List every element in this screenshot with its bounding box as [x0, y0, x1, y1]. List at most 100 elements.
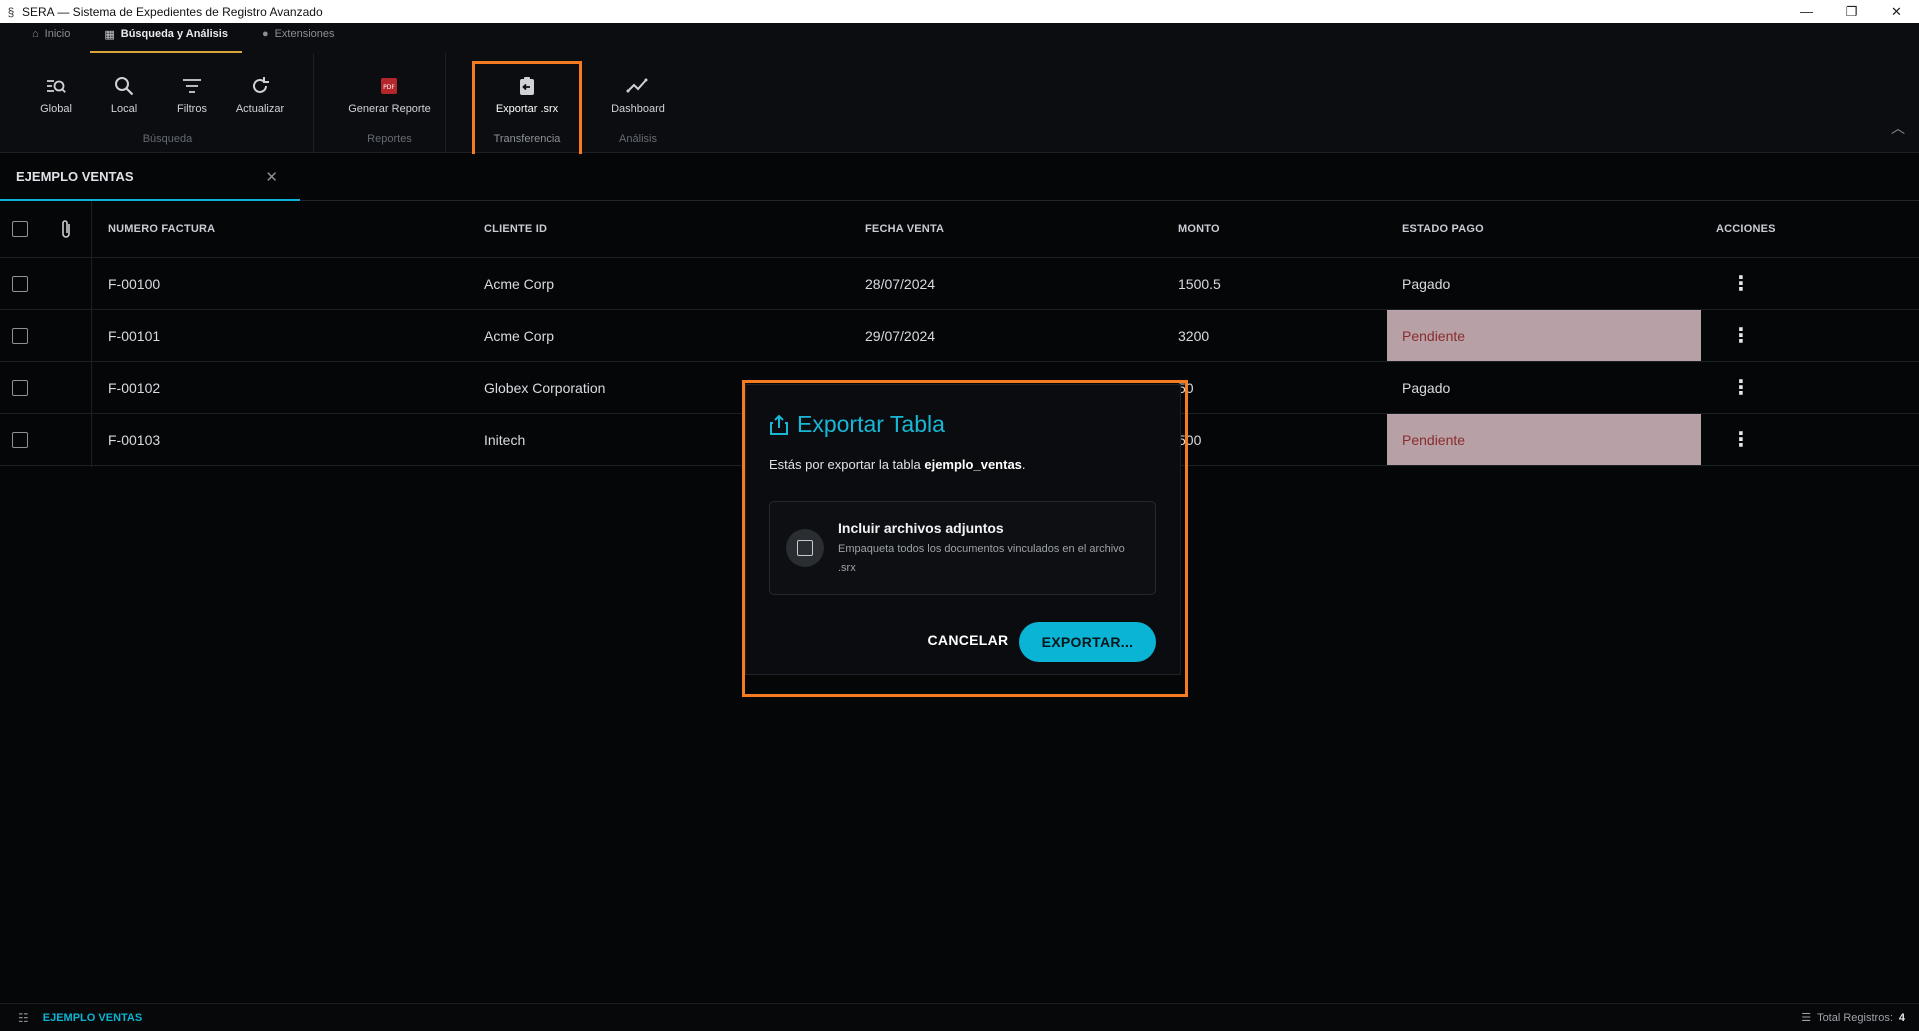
- checkbox-icon: [12, 327, 28, 344]
- group-analisis: Dashboard Análisis: [598, 53, 678, 153]
- group-busqueda: Global Local Filtros Actualizar Búsqueda: [22, 53, 314, 153]
- share-export-icon: [769, 414, 789, 436]
- header-estado-pago[interactable]: ESTADO PAGO: [1402, 201, 1484, 257]
- header-cliente-id[interactable]: CLIENTE ID: [484, 201, 547, 257]
- cell-cliente: Acme Corp: [484, 327, 555, 344]
- row-actions-menu-icon[interactable]: ⋮: [1731, 258, 1751, 309]
- cell-numero: F-00101: [108, 327, 161, 344]
- close-window-button[interactable]: ✕: [1874, 0, 1919, 23]
- minimize-button[interactable]: —: [1784, 0, 1829, 23]
- tab-extensiones[interactable]: ● Extensiones: [248, 23, 349, 53]
- exportar-label: Exportar .srx: [495, 103, 559, 115]
- header-monto[interactable]: MONTO: [1178, 201, 1220, 257]
- local-label: Local: [110, 103, 138, 115]
- checkbox-icon: [12, 221, 28, 237]
- group-label-busqueda: Búsqueda: [142, 133, 193, 145]
- attachment-icon: [59, 201, 73, 257]
- total-value: 4: [1898, 1011, 1905, 1024]
- tab-inicio[interactable]: ⌂ Inicio: [18, 23, 84, 53]
- export-dialog: Exportar Tabla Estás por exportar la tab…: [745, 384, 1181, 675]
- cell-estado-pendiente: Pendiente: [1387, 310, 1701, 361]
- filters-button[interactable]: Filtros: [158, 75, 226, 115]
- tab-label: Inicio: [44, 28, 71, 40]
- cell-fecha: 28/07/2024: [865, 275, 936, 292]
- svg-text:PDF: PDF: [384, 84, 396, 91]
- cell-monto: 3200: [1178, 327, 1210, 344]
- trend-chart-icon: [626, 75, 650, 99]
- table-row[interactable]: F-00101 Acme Corp 29/07/2024 3200 Pendie…: [0, 310, 1919, 362]
- select-all-checkbox[interactable]: [12, 201, 28, 257]
- dialog-title: Exportar Tabla: [769, 411, 945, 438]
- status-table[interactable]: ☷ EJEMPLO VENTAS: [18, 1011, 142, 1025]
- collapse-ribbon-icon[interactable]: ︿: [1891, 118, 1905, 138]
- title-bar: § SERA — Sistema de Expedientes de Regis…: [0, 0, 1919, 23]
- dialog-title-text: Exportar Tabla: [797, 411, 945, 437]
- cell-cliente: Globex Corporation: [484, 379, 606, 396]
- include-attachments-checkbox[interactable]: [786, 529, 824, 567]
- doc-tab-label: EJEMPLO VENTAS: [16, 169, 134, 184]
- refresh-button[interactable]: Actualizar: [226, 75, 294, 115]
- dashboard-label: Dashboard: [611, 103, 665, 115]
- group-reportes: PDF Generar Reporte Reportes: [334, 53, 446, 153]
- tab-busqueda-analisis[interactable]: ▦ Búsqueda y Análisis: [90, 23, 242, 53]
- table-row[interactable]: F-00100 Acme Corp 28/07/2024 1500.5 Paga…: [0, 258, 1919, 310]
- status-total: ☰ Total Registros: 4: [1801, 1011, 1905, 1025]
- window-controls: — ❐ ✕: [1784, 0, 1919, 23]
- global-label: Global: [40, 103, 72, 115]
- pdf-report-icon: PDF: [378, 75, 400, 99]
- row-checkbox[interactable]: [12, 362, 28, 413]
- generate-report-button[interactable]: PDF Generar Reporte: [344, 75, 435, 115]
- doc-tab-ejemplo-ventas[interactable]: EJEMPLO VENTAS ✕: [0, 154, 300, 201]
- cell-numero: F-00102: [108, 379, 161, 396]
- cell-cliente: Acme Corp: [484, 275, 555, 292]
- header-fecha-venta[interactable]: FECHA VENTA: [865, 201, 944, 257]
- close-tab-icon[interactable]: ✕: [265, 168, 278, 186]
- export-srx-button[interactable]: Exportar .srx: [492, 75, 562, 115]
- row-checkbox[interactable]: [12, 414, 28, 465]
- cell-numero: F-00103: [108, 431, 161, 448]
- filtros-label: Filtros: [177, 103, 207, 115]
- cell-fecha: 29/07/2024: [865, 327, 936, 344]
- row-actions-menu-icon[interactable]: ⋮: [1731, 414, 1751, 465]
- group-label-reportes: Reportes: [367, 133, 412, 145]
- restore-button[interactable]: ❐: [1829, 0, 1874, 23]
- ribbon: Global Local Filtros Actualizar Búsqueda…: [0, 53, 1919, 153]
- tab-label: Búsqueda y Análisis: [120, 28, 228, 40]
- row-checkbox[interactable]: [12, 258, 28, 309]
- include-attachments-option[interactable]: Incluir archivos adjuntos Empaqueta todo…: [769, 501, 1156, 595]
- global-search-button[interactable]: Global: [22, 75, 90, 115]
- filter-icon: [181, 75, 203, 99]
- message-prefix: Estás por exportar la tabla: [769, 457, 925, 472]
- status-bar: ☷ EJEMPLO VENTAS ☰ Total Registros: 4: [0, 1003, 1919, 1031]
- list-icon: ☰: [1801, 1012, 1812, 1024]
- search-icon: [113, 75, 135, 99]
- refresh-icon: [249, 75, 271, 99]
- cell-estado: Pagado: [1402, 379, 1451, 396]
- cell-monto: 1500.5: [1178, 275, 1221, 292]
- total-label: Total Registros:: [1817, 1011, 1893, 1024]
- ribbon-tabs: ⌂ Inicio ▦ Búsqueda y Análisis ● Extensi…: [0, 23, 1919, 53]
- export-clipboard-icon: [516, 75, 538, 99]
- header-numero-factura[interactable]: NUMERO FACTURA: [108, 201, 215, 257]
- checkbox-icon: [12, 275, 28, 292]
- status-pendiente: Pendiente: [1402, 327, 1466, 344]
- status-pendiente: Pendiente: [1402, 431, 1466, 448]
- row-actions-menu-icon[interactable]: ⋮: [1731, 362, 1751, 413]
- row-checkbox[interactable]: [12, 310, 28, 361]
- header-acciones: ACCIONES: [1716, 223, 1776, 235]
- grid-icon: ☷: [18, 1010, 29, 1025]
- option-description: Empaqueta todos los documentos vinculado…: [838, 543, 1125, 574]
- puzzle-icon: ●: [261, 28, 269, 40]
- checkbox-icon: [12, 379, 28, 396]
- cell-cliente: Initech: [484, 431, 526, 448]
- local-search-button[interactable]: Local: [90, 75, 158, 115]
- app-icon: §: [7, 4, 15, 19]
- row-actions-menu-icon[interactable]: ⋮: [1731, 310, 1751, 361]
- message-suffix: .: [1021, 457, 1026, 472]
- actualizar-label: Actualizar: [235, 103, 285, 115]
- cancel-button[interactable]: CANCELAR: [920, 622, 1016, 658]
- home-icon: ⌂: [32, 28, 39, 40]
- dashboard-button[interactable]: Dashboard: [604, 75, 672, 115]
- export-button[interactable]: EXPORTAR...: [1019, 622, 1156, 662]
- dialog-message: Estás por exportar la tabla ejemplo_vent…: [769, 457, 1026, 472]
